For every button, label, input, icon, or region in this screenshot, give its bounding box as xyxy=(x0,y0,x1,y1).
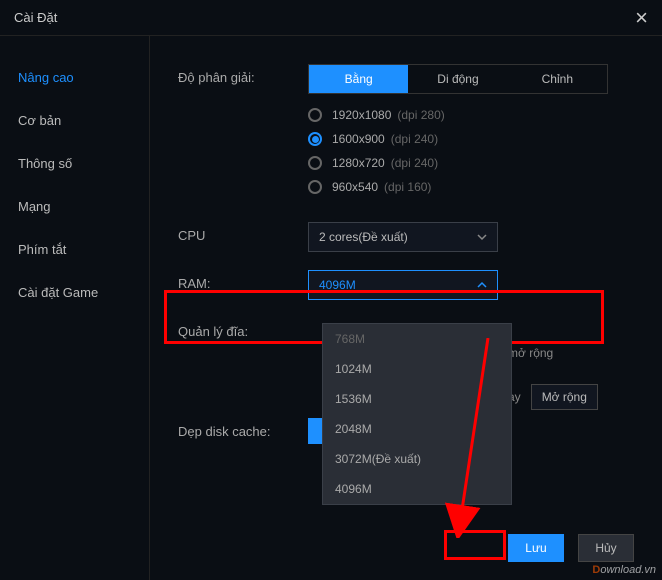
cpu-value: 2 cores(Đề xuất) xyxy=(319,230,408,244)
resolution-mode-tabs: Bằng Di động Chỉnh xyxy=(308,64,608,94)
radio-icon xyxy=(308,132,322,146)
sidebar-item-shortcuts[interactable]: Phím tắt xyxy=(0,228,149,271)
resolution-option-1280[interactable]: 1280x720 (dpi 240) xyxy=(308,156,642,170)
tab-custom[interactable]: Chỉnh xyxy=(508,65,607,93)
disk-label: Quản lý đĩa: xyxy=(178,318,308,339)
ram-option-2048[interactable]: 2048M xyxy=(323,414,511,444)
ram-select[interactable]: 4096M xyxy=(308,270,498,300)
resolution-option-1600[interactable]: 1600x900 (dpi 240) xyxy=(308,132,642,146)
ram-value: 4096M xyxy=(319,278,356,292)
ram-option-4096[interactable]: 4096M xyxy=(323,474,511,504)
save-button[interactable]: Lưu xyxy=(508,534,564,562)
sidebar: Nâng cao Cơ bản Thông số Mạng Phím tắt C… xyxy=(0,36,150,580)
sidebar-item-advanced[interactable]: Nâng cao xyxy=(0,56,149,99)
radio-icon xyxy=(308,180,322,194)
close-icon[interactable]: × xyxy=(635,5,648,31)
ram-option-1536[interactable]: 1536M xyxy=(323,384,511,414)
radio-icon xyxy=(308,108,322,122)
ram-option-1024[interactable]: 1024M xyxy=(323,354,511,384)
ram-dropdown: 768M 1024M 1536M 2048M 3072M(Đề xuất) 40… xyxy=(322,323,512,505)
cpu-label: CPU xyxy=(178,222,308,243)
radio-icon xyxy=(308,156,322,170)
sidebar-item-game[interactable]: Cài đặt Game xyxy=(0,271,149,314)
ram-option-3072[interactable]: 3072M(Đề xuất) xyxy=(323,444,511,474)
resolution-label: Độ phân giải: xyxy=(178,64,308,85)
sidebar-item-params[interactable]: Thông số xyxy=(0,142,149,185)
ram-option-768[interactable]: 768M xyxy=(323,324,511,354)
ram-label: RAM: xyxy=(178,270,308,291)
window-title: Cài Đặt xyxy=(14,10,57,25)
chevron-down-icon xyxy=(477,232,487,242)
resolution-option-1920[interactable]: 1920x1080 (dpi 280) xyxy=(308,108,642,122)
watermark: Download.vn xyxy=(592,564,656,576)
cancel-button[interactable]: Hủy xyxy=(578,534,634,562)
sidebar-item-network[interactable]: Mạng xyxy=(0,185,149,228)
expand-button[interactable]: Mở rộng xyxy=(531,384,598,410)
cache-label: Dẹp disk cache: xyxy=(178,418,308,439)
cpu-select[interactable]: 2 cores(Đề xuất) xyxy=(308,222,498,252)
tab-mobile[interactable]: Di động xyxy=(408,65,507,93)
disk-extend-text: mở rộng xyxy=(508,346,553,360)
tab-equal[interactable]: Bằng xyxy=(309,65,408,93)
resolution-option-960[interactable]: 960x540 (dpi 160) xyxy=(308,180,642,194)
sidebar-item-basic[interactable]: Cơ bản xyxy=(0,99,149,142)
chevron-up-icon xyxy=(477,280,487,290)
